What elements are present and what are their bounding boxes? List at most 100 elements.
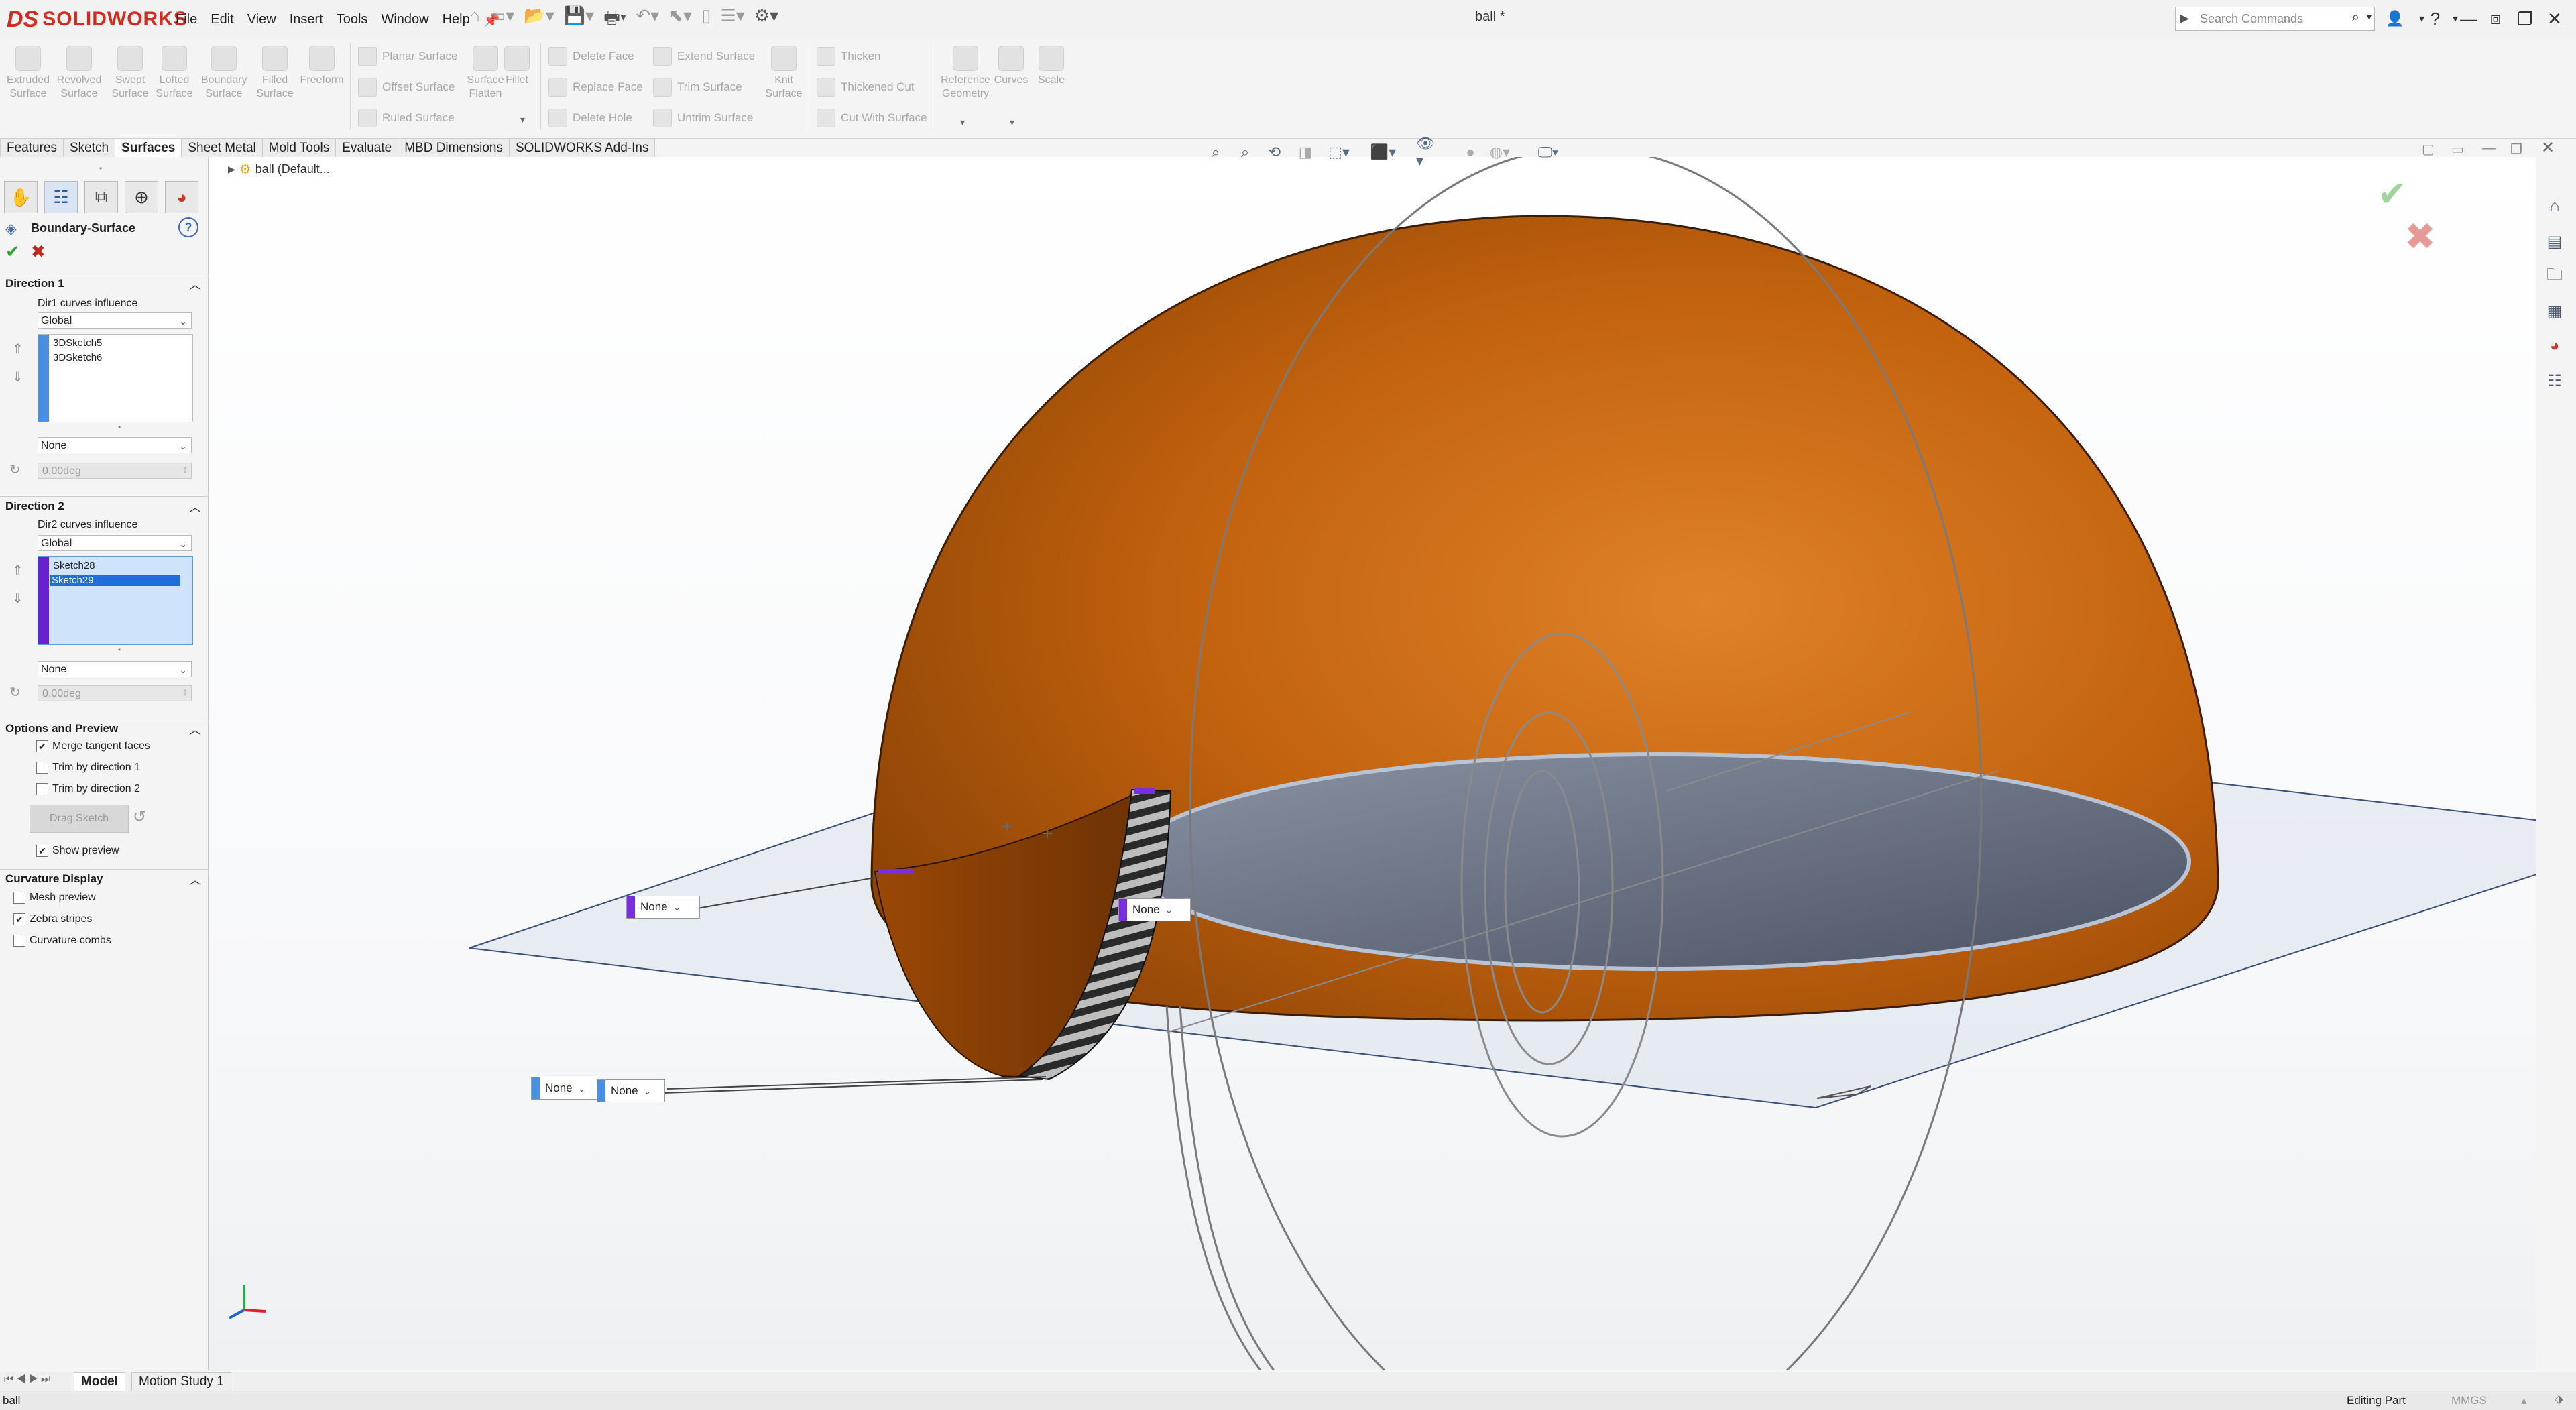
graphics-area[interactable]: + + None ⌄ None ⌄ None ⌄ None ⌄ ✔ ✖	[209, 157, 2536, 1370]
dir1-curve-item[interactable]: 3DSketch6	[52, 352, 103, 363]
search-dropdown-icon[interactable]: ▾	[2367, 11, 2372, 23]
move-up-arrow-icon[interactable]: ⇑	[12, 562, 23, 579]
direction-1-section-header[interactable]: Direction 1 ︿	[0, 274, 208, 292]
property-manager-tab-icon[interactable]: ☷	[44, 181, 78, 213]
thicken-button[interactable]: Thicken	[817, 47, 881, 66]
scale-button[interactable]: Scale	[1033, 46, 1070, 87]
delete-hole-button[interactable]: Delete Hole	[548, 109, 632, 127]
search-icon[interactable]: ⌕	[2352, 10, 2359, 25]
extruded-surface-button[interactable]: Extruded Surface	[5, 46, 51, 101]
status-unit-system[interactable]: MMGS	[2451, 1394, 2487, 1407]
help-circle-icon[interactable]: ?	[178, 217, 198, 237]
fillet-dropdown-icon[interactable]: ▾	[520, 114, 525, 125]
search-input[interactable]: Search Commands	[2200, 12, 2303, 26]
viewport-restore-icon[interactable]: ❐	[2510, 141, 2522, 158]
collapse-chevron-icon[interactable]: ︿	[189, 498, 201, 516]
options-gear-icon[interactable]: ⚙▾	[754, 5, 778, 35]
curvature-combs-checkbox[interactable]: Curvature combs	[13, 935, 111, 947]
fit-window-icon[interactable]: ⧈	[2481, 3, 2510, 35]
sketch-point-marker[interactable]: +	[1041, 825, 1053, 842]
dir2-angle-spinbox[interactable]: 0.00deg ⇕	[38, 685, 192, 701]
zoom-to-fit-icon[interactable]: ⌕	[1204, 141, 1227, 164]
menu-tools[interactable]: Tools	[330, 8, 375, 33]
delete-face-button[interactable]: Delete Face	[548, 47, 634, 66]
status-tag-icon[interactable]: ⬗	[2555, 1393, 2563, 1406]
dimxpert-manager-tab-icon[interactable]: ⊕	[125, 181, 158, 213]
panel-splitter-handle[interactable]: •	[99, 164, 102, 173]
dir2-tangency-callout[interactable]: None ⌄	[1118, 898, 1191, 921]
viewport-close-icon[interactable]: ✕	[2541, 138, 2555, 158]
move-down-arrow-icon[interactable]: ⇓	[12, 590, 23, 607]
feature-tree-root[interactable]: ▶ ⚙ ball (Default...	[228, 161, 330, 178]
sketch-point-marker[interactable]: +	[1001, 819, 1013, 835]
save-icon[interactable]: 💾▾	[564, 5, 594, 35]
cancel-x-icon[interactable]: ✖	[31, 241, 46, 262]
angle-direction-icon[interactable]: ↻	[9, 684, 21, 701]
inner-cap-face[interactable]	[1128, 752, 2191, 971]
tab-solidworks-add-ins[interactable]: SOLIDWORKS Add-Ins	[508, 138, 656, 157]
dir2-influence-dropdown[interactable]: Global ⌄	[38, 535, 192, 551]
print-icon[interactable]: 🖶▾	[603, 5, 626, 35]
open-icon[interactable]: 📂▾	[524, 5, 554, 35]
trim-surface-button[interactable]: Trim Surface	[653, 78, 742, 97]
tab-evaluate[interactable]: Evaluate	[335, 138, 399, 157]
collapse-chevron-icon[interactable]: ︿	[189, 276, 201, 293]
curves-button[interactable]: Curves	[992, 46, 1030, 87]
configuration-manager-tab-icon[interactable]: ⧉	[84, 181, 118, 213]
tab-sheet-metal[interactable]: Sheet Metal	[181, 138, 263, 157]
tab-features[interactable]: Features	[0, 138, 64, 157]
solidworks-resources-icon[interactable]: ⌂	[2541, 193, 2568, 220]
freeform-button[interactable]: Freeform	[299, 46, 345, 87]
tab-scroll-arrows-icon[interactable]: ⏮◀▶⏭	[4, 1374, 53, 1386]
undo-icon[interactable]: ↶▾	[636, 5, 659, 35]
expand-arrow-icon[interactable]: ▶	[228, 164, 235, 175]
dir1-tangency-callout[interactable]: None ⌄	[597, 1079, 665, 1102]
viewport-split-icon[interactable]: ▭	[2451, 141, 2464, 158]
design-library-icon[interactable]: ▤	[2541, 228, 2568, 255]
replace-face-button[interactable]: Replace Face	[548, 78, 643, 97]
tab-mbd-dimensions[interactable]: MBD Dimensions	[398, 138, 510, 157]
swept-surface-button[interactable]: Swept Surface	[107, 46, 153, 101]
reference-geometry-dropdown-icon[interactable]: ▾	[960, 117, 965, 128]
view-orientation-icon[interactable]: ⬚▾	[1328, 141, 1350, 164]
confirm-corner-cancel-icon[interactable]: ✖	[2404, 215, 2436, 259]
knit-surface-button[interactable]: Knit Surface	[763, 46, 805, 101]
dir1-angle-spinbox[interactable]: 0.00deg ⇕	[38, 463, 192, 479]
merge-tangent-checkbox[interactable]: ✔ Merge tangent faces	[36, 740, 150, 752]
dir2-curve-item[interactable]: Sketch28	[52, 560, 97, 571]
previous-view-icon[interactable]: ⟲	[1263, 141, 1286, 164]
dir2-curve-item-selected[interactable]: Sketch29	[50, 575, 180, 586]
user-icon[interactable]: 👤	[2380, 3, 2410, 35]
restore-window-icon[interactable]: ❐	[2510, 3, 2540, 35]
viewport-tile-icon[interactable]: ▢	[2422, 141, 2435, 158]
tab-model[interactable]: Model	[74, 1372, 125, 1391]
tab-mold-tools[interactable]: Mold Tools	[261, 138, 337, 157]
collapse-chevron-icon[interactable]: ︿	[189, 721, 201, 738]
edit-appearance-icon[interactable]: ●	[1459, 141, 1482, 164]
dir1-tangency-callout[interactable]: None ⌄	[531, 1077, 599, 1100]
curvature-section-header[interactable]: Curvature Display ︿	[0, 869, 208, 887]
apply-scene-icon[interactable]: ◍▾	[1488, 141, 1511, 164]
dir2-tangency-dropdown[interactable]: None ⌄	[38, 661, 192, 677]
view-palette-icon[interactable]: ▦	[2541, 298, 2568, 325]
zebra-stripes-checkbox[interactable]: ✔ Zebra stripes	[13, 913, 92, 925]
list-resize-handle[interactable]: •	[118, 422, 121, 432]
section-view-icon[interactable]: ◨	[1294, 141, 1317, 164]
spin-arrows-icon[interactable]: ⇕	[182, 462, 188, 478]
thickened-cut-button[interactable]: Thickened Cut	[817, 78, 915, 97]
spin-arrows-icon[interactable]: ⇕	[182, 685, 188, 701]
untrim-surface-button[interactable]: Untrim Surface	[653, 109, 753, 127]
display-style-icon[interactable]: ⬛▾	[1370, 141, 1396, 164]
drag-sketch-button[interactable]: Drag Sketch	[30, 805, 129, 833]
show-preview-checkbox[interactable]: ✔ Show preview	[36, 845, 119, 857]
search-commands-box[interactable]: ▶ Search Commands ⌕ ▾	[2175, 7, 2375, 31]
file-properties-icon[interactable]: ☰▾	[720, 5, 744, 35]
angle-direction-icon[interactable]: ↻	[9, 461, 21, 478]
revolved-surface-button[interactable]: Revolved Surface	[56, 46, 102, 101]
dir1-curves-list[interactable]: 3DSketch5 3DSketch6	[38, 334, 193, 422]
ok-checkmark-icon[interactable]: ✔	[5, 241, 20, 262]
trim-dir1-checkbox[interactable]: Trim by direction 1	[36, 762, 140, 774]
viewport-minimize-icon[interactable]: —	[2482, 141, 2496, 156]
tab-surfaces[interactable]: Surfaces	[115, 138, 182, 157]
hide-show-items-icon[interactable]: 👁▾	[1416, 135, 1439, 169]
